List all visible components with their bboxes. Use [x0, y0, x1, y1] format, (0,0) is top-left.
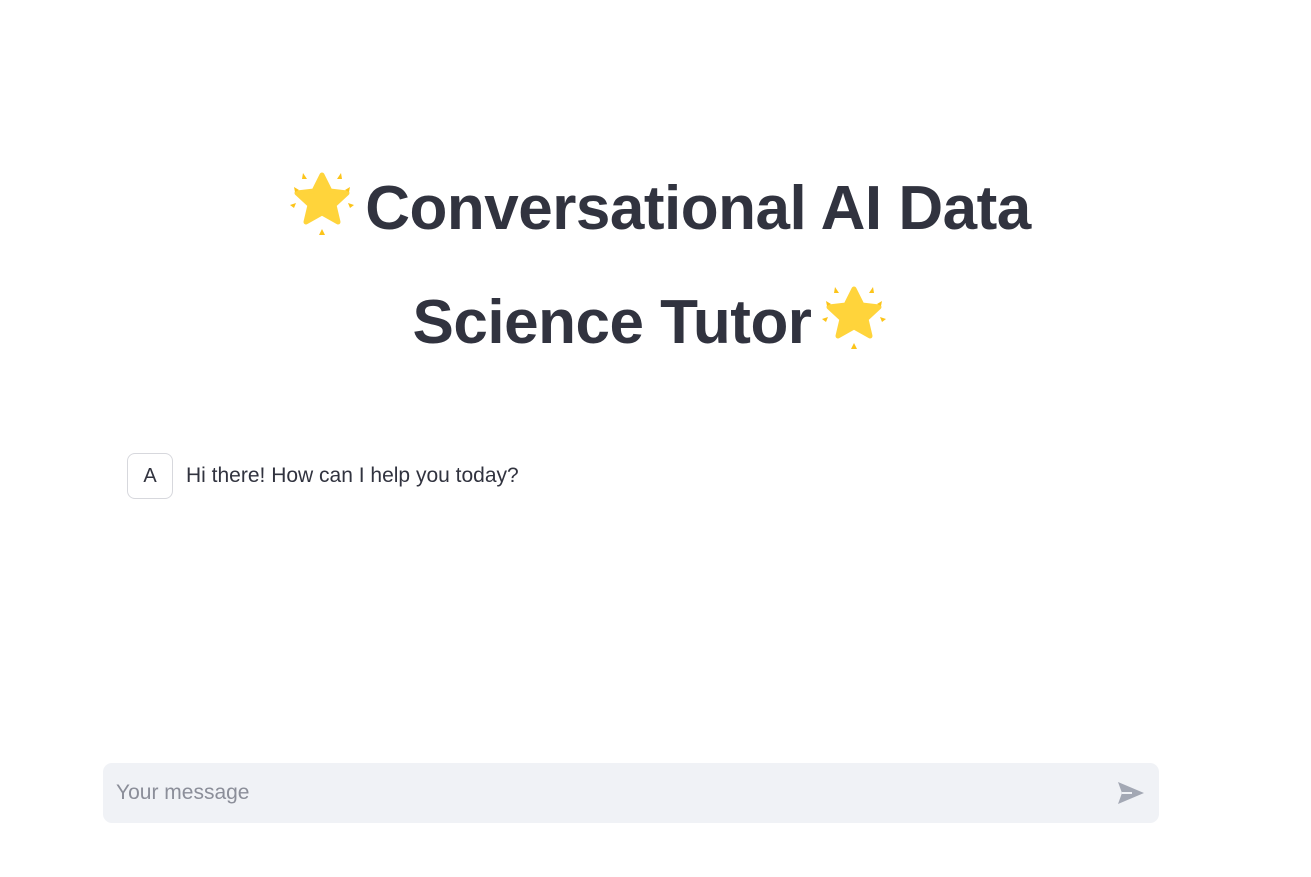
send-arrow-icon [1118, 782, 1144, 804]
chat-message-assistant: A Hi there! How can I help you today? [127, 453, 519, 499]
assistant-avatar: A [127, 453, 173, 499]
glowing-star-icon [822, 286, 887, 349]
page-title: Conversational AI Data Science Tutor [150, 152, 1160, 380]
glowing-star-icon [290, 172, 355, 235]
chat-input-container [103, 763, 1159, 823]
chat-input[interactable] [103, 763, 1103, 823]
chat-message-text: Hi there! How can I help you today? [186, 464, 519, 487]
app-page: Conversational AI Data Science Tutor A H… [0, 0, 1311, 877]
title-line-2: Science Tutor [412, 288, 812, 357]
title-line-1: Conversational AI Data [365, 174, 1031, 243]
send-button[interactable] [1103, 763, 1159, 823]
